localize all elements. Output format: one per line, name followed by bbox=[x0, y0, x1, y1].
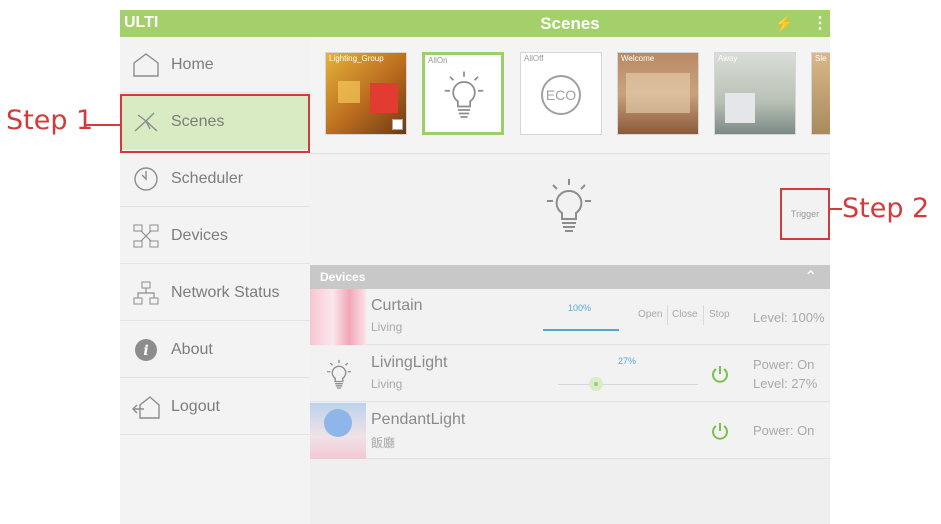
device-row-curtain[interactable]: Curtain Living 100% Open Close Stop Leve… bbox=[310, 289, 830, 345]
power-icon[interactable] bbox=[710, 421, 730, 441]
sidebar-item-label: Logout bbox=[171, 398, 220, 415]
chevron-up-icon[interactable]: ⌃ bbox=[804, 267, 817, 287]
bulb-icon bbox=[444, 71, 484, 118]
curtain-level-bar[interactable] bbox=[543, 329, 619, 331]
scene-image-tile bbox=[626, 73, 690, 113]
more-menu-icon[interactable]: ⋮ bbox=[812, 13, 828, 33]
curtain-image bbox=[310, 289, 366, 345]
device-percent: 27% bbox=[618, 356, 637, 366]
curtain-stop-button[interactable]: Stop bbox=[709, 309, 730, 320]
scene-image-tile bbox=[338, 81, 360, 103]
sidebar-item-about[interactable]: i About bbox=[120, 322, 310, 378]
scene-label: Welcome bbox=[621, 54, 655, 63]
sidebar-item-home[interactable]: Home bbox=[120, 37, 310, 93]
step1-pointer-line bbox=[84, 124, 120, 126]
step2-pointer-line bbox=[830, 208, 842, 210]
slider-thumb-dot bbox=[593, 382, 598, 386]
home-icon bbox=[133, 53, 159, 77]
scene-thumb-welcome[interactable]: Welcome bbox=[617, 52, 699, 135]
scene-label: Sle bbox=[815, 54, 827, 63]
scene-thumb-alloff[interactable]: AllOff ECO bbox=[520, 52, 602, 135]
level-slider-thumb[interactable] bbox=[588, 377, 603, 391]
scene-thumb-lighting-group[interactable]: Lighting_Group bbox=[325, 52, 407, 135]
bulb-icon bbox=[327, 359, 351, 389]
scene-thumb-sleep[interactable]: Sle bbox=[811, 52, 830, 135]
control-divider bbox=[667, 305, 668, 325]
device-row-pendantlight[interactable]: PendantLight 飯廳 Power: On bbox=[310, 403, 830, 459]
devices-section-title: Devices bbox=[320, 270, 366, 284]
scene-badge bbox=[392, 119, 403, 130]
device-name: Curtain bbox=[371, 297, 423, 314]
scene-image-tile bbox=[370, 83, 398, 113]
device-status-power: Power: On bbox=[753, 357, 815, 372]
curtain-open-button[interactable]: Open bbox=[638, 309, 662, 320]
device-row-livinglight[interactable]: LivingLight Living 27% Power: On Level: … bbox=[310, 346, 830, 402]
scene-image-tile bbox=[725, 93, 755, 123]
step1-annotation: Step 1 bbox=[6, 105, 94, 136]
device-status: Power: On bbox=[753, 423, 815, 438]
scene-strip: Lighting_Group AllOn AllOff ECO Welcome bbox=[310, 37, 830, 154]
scene-thumb-allon[interactable]: AllOn bbox=[422, 52, 504, 135]
devices-icon bbox=[133, 224, 159, 248]
device-name: PendantLight bbox=[371, 411, 466, 428]
sidebar-item-network-status[interactable]: Network Status bbox=[120, 265, 310, 321]
svg-text:i: i bbox=[143, 343, 148, 359]
sidebar-item-label: Scheduler bbox=[171, 170, 244, 187]
scene-label: Lighting_Group bbox=[329, 54, 384, 63]
info-icon: i bbox=[135, 339, 157, 361]
step2-annotation: Step 2 bbox=[842, 193, 930, 224]
pendant-light-image bbox=[310, 403, 366, 459]
devices-section-header[interactable]: Devices ⌃ bbox=[310, 265, 830, 289]
scene-trigger-area: Trigger bbox=[310, 155, 830, 265]
sidebar-item-label: Home bbox=[171, 56, 214, 73]
step1-highlight-box bbox=[120, 94, 310, 153]
power-icon[interactable] bbox=[710, 364, 730, 384]
network-icon bbox=[133, 281, 159, 305]
scene-label: AllOff bbox=[524, 54, 544, 63]
device-percent: 100% bbox=[568, 303, 592, 313]
sidebar-item-scheduler[interactable]: Scheduler bbox=[120, 151, 310, 207]
sidebar-item-label: About bbox=[171, 341, 213, 358]
control-divider bbox=[703, 305, 704, 325]
device-status: Level: 100% bbox=[753, 310, 825, 325]
scene-label: Away bbox=[718, 54, 738, 63]
sidebar-item-devices[interactable]: Devices bbox=[120, 208, 310, 264]
empty-area bbox=[310, 463, 830, 524]
device-status-level: Level: 27% bbox=[753, 376, 818, 391]
main-panel: Lighting_Group AllOn AllOff ECO Welcome bbox=[310, 37, 830, 524]
level-slider-track[interactable] bbox=[558, 384, 698, 385]
device-name: LivingLight bbox=[371, 354, 448, 371]
page-title: Scenes bbox=[540, 14, 600, 33]
device-room: 飯廳 bbox=[371, 436, 396, 450]
device-room: Living bbox=[371, 377, 403, 391]
device-room: Living bbox=[371, 320, 403, 334]
lamp-shade bbox=[324, 409, 352, 437]
scene-label: AllOn bbox=[428, 56, 448, 65]
bulb-icon bbox=[547, 179, 591, 232]
top-bar: ULTI Scenes ⚡ ⋮ bbox=[120, 10, 830, 37]
flash-icon[interactable]: ⚡ bbox=[774, 14, 794, 34]
app-window: ULTI Scenes ⚡ ⋮ Home Scenes Scheduler De… bbox=[120, 10, 830, 524]
sidebar-item-label: Devices bbox=[171, 227, 228, 244]
clock-icon bbox=[134, 167, 158, 191]
brand-logo: ULTI bbox=[124, 14, 159, 31]
sidebar-item-label: Network Status bbox=[171, 284, 280, 301]
sidebar-item-logout[interactable]: Logout bbox=[120, 379, 310, 435]
eco-icon: ECO bbox=[541, 75, 581, 115]
logout-icon bbox=[132, 396, 160, 419]
trigger-button[interactable]: Trigger bbox=[780, 188, 830, 240]
curtain-close-button[interactable]: Close bbox=[672, 309, 698, 320]
scene-thumb-away[interactable]: Away bbox=[714, 52, 796, 135]
sidebar: Home Scenes Scheduler Devices Network St… bbox=[120, 37, 310, 524]
